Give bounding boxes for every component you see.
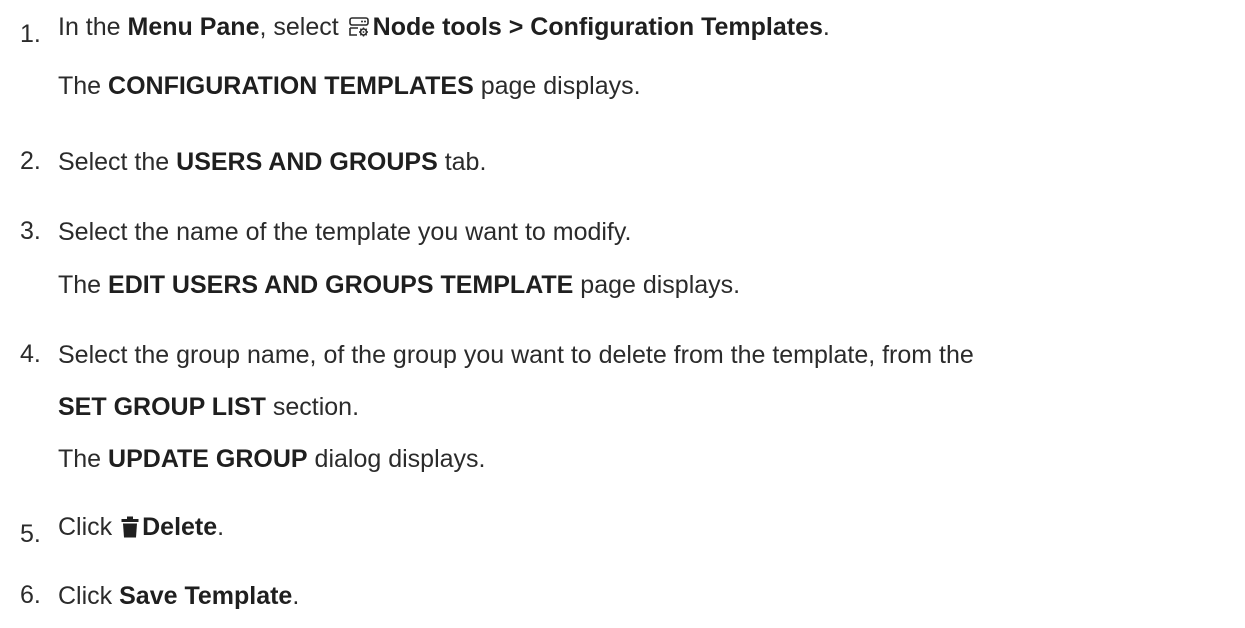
step-result: The CONFIGURATION TEMPLATES page display… <box>58 72 641 100</box>
step-instruction-continued: SET GROUP LIST section. <box>58 393 360 421</box>
menu-pane-label: Menu Pane <box>127 13 260 41</box>
step-result: The EDIT USERS AND GROUPS TEMPLATE page … <box>58 271 741 299</box>
step-instruction: Select the name of the template you want… <box>58 218 632 246</box>
step-number: 5. <box>20 520 41 548</box>
step-instruction: In the Menu Pane, select Node tools > Co… <box>58 12 830 45</box>
step-number: 2. <box>20 147 41 175</box>
step-number: 4. <box>20 340 41 368</box>
trash-icon <box>121 515 139 545</box>
step-instruction: Click Save Template. <box>58 582 300 610</box>
step-instruction: Select the group name, of the group you … <box>58 341 974 369</box>
save-template-label: Save Template <box>119 582 293 610</box>
step-instruction: Click Delete. <box>58 512 224 545</box>
step-instruction: Select the USERS AND GROUPS tab. <box>58 148 487 176</box>
node-tools-path: Node tools > Configuration Templates <box>372 13 823 41</box>
step-number: 6. <box>20 581 41 609</box>
step-number: 3. <box>20 217 41 245</box>
delete-label: Delete <box>142 513 218 541</box>
node-tools-icon <box>348 15 370 45</box>
step-result: The UPDATE GROUP dialog displays. <box>58 445 486 473</box>
step-number: 1. <box>20 20 41 48</box>
